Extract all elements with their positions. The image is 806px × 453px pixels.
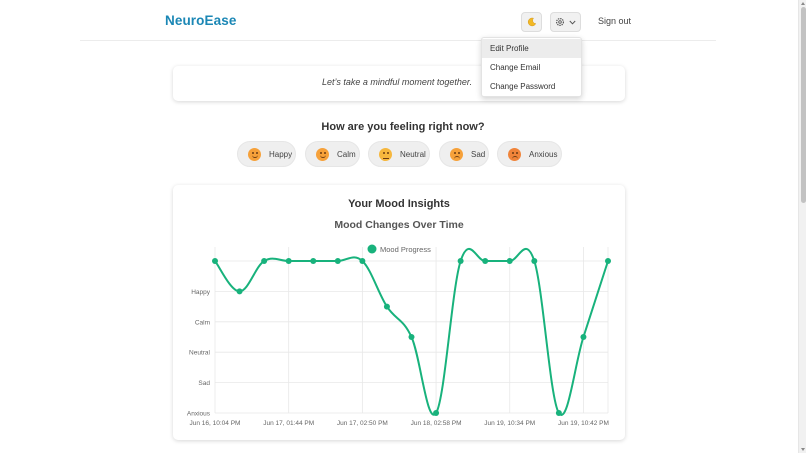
mood-chart: Mood Changes Over Time Mood Progress Anx… bbox=[187, 219, 611, 427]
happy-face-icon bbox=[248, 147, 261, 161]
data-point bbox=[261, 258, 268, 264]
data-point bbox=[580, 334, 587, 340]
data-point bbox=[310, 258, 317, 264]
y-tick-label: Happy bbox=[191, 289, 211, 296]
data-point bbox=[212, 258, 218, 264]
y-tick-label: Neutral bbox=[189, 350, 211, 357]
data-point bbox=[433, 410, 440, 416]
page-scrollbar[interactable] bbox=[798, 0, 806, 453]
data-points bbox=[212, 258, 611, 416]
scrollbar-thumb[interactable] bbox=[800, 7, 806, 203]
mood-button-sad[interactable]: Sad bbox=[439, 141, 489, 167]
menu-item-edit-profile[interactable]: Edit Profile bbox=[482, 39, 581, 58]
mood-label: Calm bbox=[337, 149, 356, 159]
legend-swatch bbox=[367, 244, 377, 254]
neutral-face-icon bbox=[379, 147, 392, 161]
x-tick-label: Jun 17, 01:44 PM bbox=[263, 420, 314, 427]
legend-label: Mood Progress bbox=[380, 245, 431, 254]
mood-label: Happy bbox=[269, 149, 293, 159]
data-point bbox=[359, 258, 366, 264]
data-point bbox=[383, 303, 390, 310]
gear-icon bbox=[555, 17, 565, 27]
scroll-down-arrow-icon[interactable] bbox=[801, 448, 805, 451]
moon-icon bbox=[527, 17, 536, 27]
mood-label: Anxious bbox=[529, 149, 558, 159]
x-tick-label: Jun 19, 10:34 PM bbox=[484, 420, 535, 427]
x-tick-label: Jun 17, 02:50 PM bbox=[337, 420, 388, 427]
mood-button-anxious[interactable]: Anxious bbox=[497, 141, 562, 167]
data-point bbox=[457, 258, 464, 264]
header-divider bbox=[80, 40, 716, 41]
y-axis: Anxious Sad Neutral Calm Happy bbox=[187, 289, 211, 418]
mood-question: How are you feeling right now? bbox=[321, 121, 485, 133]
data-point bbox=[285, 258, 292, 264]
x-tick-label: Jun 18, 02:58 PM bbox=[411, 420, 462, 427]
data-point bbox=[605, 258, 611, 264]
scroll-up-arrow-icon[interactable] bbox=[801, 2, 805, 5]
data-point bbox=[236, 288, 243, 295]
chart-title: Mood Changes Over Time bbox=[334, 219, 463, 231]
chart-legend: Mood Progress bbox=[367, 244, 431, 254]
data-point bbox=[408, 334, 415, 340]
sad-face-icon bbox=[450, 147, 463, 161]
calm-face-icon bbox=[316, 147, 329, 161]
app-page: NeuroEase Sign out Let’s take a mindful … bbox=[0, 0, 806, 453]
mood-button-happy[interactable]: Happy bbox=[237, 141, 296, 167]
y-tick-label: Anxious bbox=[187, 411, 211, 418]
mood-options: Happy Calm Neutral Sad Anxious bbox=[0, 141, 806, 167]
mood-label: Neutral bbox=[400, 149, 426, 159]
x-tick-label: Jun 19, 10:42 PM bbox=[558, 420, 609, 427]
menu-item-change-password[interactable]: Change Password bbox=[482, 77, 581, 96]
chevron-down-icon bbox=[569, 20, 576, 25]
mood-button-calm[interactable]: Calm bbox=[305, 141, 360, 167]
data-point bbox=[506, 258, 513, 264]
brand-logo[interactable]: NeuroEase bbox=[165, 13, 236, 28]
anxious-face-icon bbox=[508, 147, 521, 161]
y-tick-label: Calm bbox=[195, 319, 210, 326]
data-point bbox=[531, 258, 538, 264]
menu-item-change-email[interactable]: Change Email bbox=[482, 58, 581, 77]
settings-dropdown-button[interactable] bbox=[550, 12, 581, 32]
theme-toggle-button[interactable] bbox=[521, 12, 542, 32]
chart-grid bbox=[214, 247, 609, 414]
data-point bbox=[482, 258, 489, 264]
mindful-message: Let’s take a mindful moment together. bbox=[322, 77, 473, 87]
x-tick-label: Jun 16, 10:04 PM bbox=[190, 420, 241, 427]
mood-button-neutral[interactable]: Neutral bbox=[368, 141, 430, 167]
y-tick-label: Sad bbox=[198, 380, 210, 387]
settings-menu: Edit Profile Change Email Change Passwor… bbox=[481, 37, 582, 97]
data-point bbox=[555, 410, 562, 416]
mood-label: Sad bbox=[471, 149, 486, 159]
x-axis: Jun 16, 10:04 PM Jun 17, 01:44 PM Jun 17, … bbox=[190, 420, 609, 427]
data-point bbox=[334, 258, 341, 264]
sign-out-link[interactable]: Sign out bbox=[598, 16, 631, 26]
series-line bbox=[214, 247, 609, 416]
